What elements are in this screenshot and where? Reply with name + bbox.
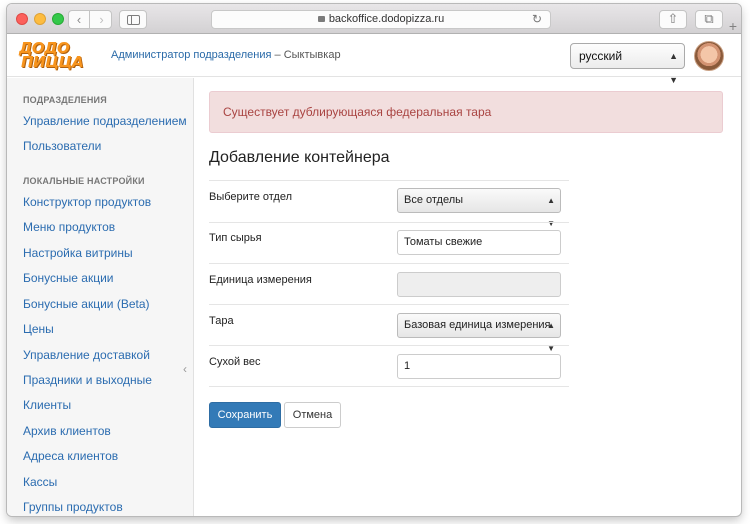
share-button[interactable]: ⇧ [659,10,687,29]
browser-window: ‹ › backoffice.dodopizza.ru ↻ ⇧ ⧉ + ДОДО… [7,4,741,516]
select-arrows-icon: ▲ ▼ [669,51,678,85]
sidebar-item-prices[interactable]: Цены [23,322,54,336]
chevron-right-icon[interactable]: › [91,11,112,28]
sidebar-item-cash-registers[interactable]: Кассы [23,475,57,489]
breadcrumb-role-link[interactable]: Администратор подразделения [111,49,271,61]
minimize-window-button[interactable] [34,13,46,25]
dry-weight-label: Сухой вес [209,356,261,368]
logo-line-2: ПИЦЦА [21,53,84,71]
plus-icon[interactable]: + [725,18,741,34]
container-select[interactable]: Базовая единица измерения ▲ ▼ [397,313,561,353]
tabs-icon: ⧉ [704,11,714,26]
browser-toolbar: ‹ › backoffice.dodopizza.ru ↻ ⇧ ⧉ + [7,4,741,34]
left-sidebar: ПОДРАЗДЕЛЕНИЯ Управление подразделением … [7,78,194,516]
sidebar-toggle-button[interactable] [119,10,147,29]
raw-material-label: Тип сырья [209,232,262,244]
avatar[interactable] [694,41,724,71]
sidebar-item-clients-archive[interactable]: Архив клиентов [23,424,111,438]
sidebar-item-holidays[interactable]: Праздники и выходные [23,373,152,387]
divider [209,180,569,181]
dry-weight-input[interactable]: 1 [397,354,561,379]
language-select[interactable]: русский ▲ ▼ [570,43,685,85]
department-value: Все отделы [404,194,464,206]
section-title-local-settings: ЛОКАЛЬНЫЕ НАСТРОЙКИ [23,176,145,186]
page-title: Добавление контейнера [209,149,390,166]
raw-material-input[interactable]: Томаты свежие [397,230,561,255]
address-bar[interactable]: backoffice.dodopizza.ru ↻ [211,10,551,29]
breadcrumb-separator: – [271,49,284,61]
url-text: backoffice.dodopizza.ru [328,13,445,25]
divider [209,222,569,223]
history-nav: ‹ › [68,10,112,29]
language-value: русский [579,49,623,63]
reload-icon[interactable]: ↻ [532,11,542,28]
divider [209,386,569,387]
sidebar-item-product-builder[interactable]: Конструктор продуктов [23,195,151,209]
sidebar-item-product-menu[interactable]: Меню продуктов [23,220,115,234]
close-window-button[interactable] [16,13,28,25]
sidebar-item-bonus-promos[interactable]: Бонусные акции [23,271,114,285]
cancel-button[interactable]: Отмена [284,402,341,428]
sidebar-item-client-addresses[interactable]: Адреса клиентов [23,449,118,463]
app-header: ДОДО ПИЦЦА Администратор подразделения –… [7,35,741,85]
breadcrumb-city: Сыктывкар [283,49,341,61]
select-arrows-icon: ▲ ▼ [547,196,555,228]
sidebar-item-users[interactable]: Пользователи [23,139,101,153]
sidebar-icon [127,15,140,25]
divider [209,345,569,346]
share-icon: ⇧ [667,11,679,26]
error-alert: Существует дублирующаяся федеральная тар… [209,91,723,133]
sidebar-item-delivery-management[interactable]: Управление доставкой [23,348,150,362]
container-value: Базовая единица измерения [404,319,551,331]
unit-input [397,272,561,297]
department-select[interactable]: Все отделы ▲ ▼ [397,188,561,228]
sidebar-item-showcase-settings[interactable]: Настройка витрины [23,246,133,260]
sidebar-item-clients[interactable]: Клиенты [23,398,71,412]
sidebar-item-product-groups[interactable]: Группы продуктов [23,500,123,514]
divider [209,304,569,305]
breadcrumb: Администратор подразделения – Сыктывкар [111,49,341,61]
department-label: Выберите отдел [209,191,293,203]
section-title-units: ПОДРАЗДЕЛЕНИЯ [23,95,107,105]
lock-icon [317,16,325,22]
chevron-left-icon[interactable]: ‹ [183,362,187,376]
sidebar-item-unit-management[interactable]: Управление подразделением [23,114,187,128]
zoom-window-button[interactable] [52,13,64,25]
save-button[interactable]: Сохранить [209,402,281,428]
dodo-pizza-logo[interactable]: ДОДО ПИЦЦА [19,41,99,71]
chevron-left-icon[interactable]: ‹ [69,11,90,28]
container-label: Тара [209,315,234,327]
sidebar-item-bonus-promos-beta[interactable]: Бонусные акции (Beta) [23,297,150,311]
divider [209,263,569,264]
tabs-button[interactable]: ⧉ [695,10,723,29]
unit-label: Единица измерения [209,274,312,286]
